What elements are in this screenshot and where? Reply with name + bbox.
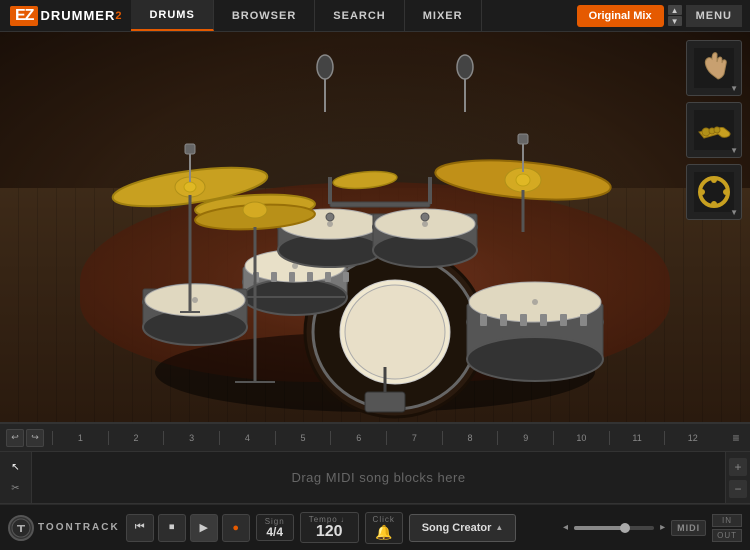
menu-button[interactable]: MENU xyxy=(686,5,742,27)
timeline-ruler: 1 2 3 4 5 6 7 8 9 10 11 12 xyxy=(48,424,724,451)
app-logo: EZ DRUMMER 2 xyxy=(0,0,131,31)
timeline: ↩ ↪ 1 2 3 4 5 6 7 8 9 10 11 12 ≡ xyxy=(0,424,750,452)
tempo-box: Tempo ♩ 120 xyxy=(300,512,359,543)
ruler-mark-2: 2 xyxy=(108,431,164,445)
click-label: Click xyxy=(373,515,395,524)
ruler-mark-12: 12 xyxy=(664,431,720,445)
drum-kit-area xyxy=(0,32,750,422)
preset-button[interactable]: Original Mix xyxy=(577,5,664,27)
controls-bar: TOONTRACK ⏮ ⏹ ▶ ● Sign 4/4 Tempo ♩ 120 C… xyxy=(0,504,750,550)
preset-area: Original Mix ▲ ▼ MENU xyxy=(569,5,750,27)
toontrack-icon xyxy=(8,515,34,541)
in-button[interactable]: IN xyxy=(712,514,742,527)
track-drop-area: Drag MIDI song blocks here xyxy=(32,452,726,503)
volume-thumb[interactable] xyxy=(620,523,630,533)
tab-drums[interactable]: DRUMS xyxy=(131,0,213,31)
ruler-mark-7: 7 xyxy=(386,431,442,445)
play-button[interactable]: ▶ xyxy=(190,514,218,542)
instrument-thumb-2[interactable] xyxy=(686,102,742,158)
timeline-undo-redo: ↩ ↪ xyxy=(2,429,48,447)
ruler-mark-11: 11 xyxy=(609,431,665,445)
logo-ez: EZ xyxy=(10,6,38,26)
ruler-mark-8: 8 xyxy=(442,431,498,445)
tab-search[interactable]: SEARCH xyxy=(315,0,404,31)
vol-right-icon: ▸ xyxy=(660,522,665,533)
top-navigation: EZ DRUMMER 2 DRUMS BROWSER SEARCH MIXER … xyxy=(0,0,750,32)
rewind-button[interactable]: ⏮ xyxy=(126,514,154,542)
logo-version: 2 xyxy=(115,10,121,22)
options-icon[interactable]: ≡ xyxy=(732,431,739,445)
side-instruments xyxy=(686,40,742,220)
ruler-mark-4: 4 xyxy=(219,431,275,445)
ruler-mark-6: 6 xyxy=(330,431,386,445)
transport-buttons: ⏮ ⏹ ▶ ● xyxy=(126,514,250,542)
volume-track[interactable] xyxy=(574,526,654,530)
instrument-thumb-3[interactable] xyxy=(686,164,742,220)
toontrack-label: TOONTRACK xyxy=(38,522,120,533)
logo-drummer: DRUMMER xyxy=(40,8,115,23)
tab-mixer[interactable]: MIXER xyxy=(405,0,482,31)
ruler-mark-3: 3 xyxy=(163,431,219,445)
in-out-buttons: IN OUT xyxy=(712,514,742,542)
time-signature-box: Sign 4/4 xyxy=(256,514,294,541)
song-track: ↖ ✂ Drag MIDI song blocks here + − xyxy=(0,452,750,504)
undo-button[interactable]: ↩ xyxy=(6,429,24,447)
ruler-mark-9: 9 xyxy=(497,431,553,445)
volume-slider: ◂ ▸ xyxy=(563,522,665,533)
toontrack-logo: TOONTRACK xyxy=(8,515,120,541)
song-creator-button[interactable]: Song Creator xyxy=(409,514,517,542)
cursor-tool[interactable]: ↖ xyxy=(7,458,25,476)
drag-placeholder: Drag MIDI song blocks here xyxy=(291,470,465,485)
click-icon[interactable]: 🔔 xyxy=(375,524,392,541)
preset-down-button[interactable]: ▼ xyxy=(668,16,682,26)
tab-browser[interactable]: BROWSER xyxy=(214,0,315,31)
zoom-out-button[interactable]: − xyxy=(729,480,747,498)
preset-up-button[interactable]: ▲ xyxy=(668,5,682,15)
ruler-mark-1: 1 xyxy=(52,431,108,445)
click-box: Click 🔔 xyxy=(365,512,403,544)
track-zoom: + − xyxy=(726,452,750,503)
timeline-right: ≡ xyxy=(724,431,748,445)
out-button[interactable]: OUT xyxy=(712,529,742,542)
scissors-tool[interactable]: ✂ xyxy=(7,479,25,497)
vol-left-icon: ◂ xyxy=(563,522,568,533)
track-tools: ↖ ✂ xyxy=(0,452,32,503)
ruler-mark-10: 10 xyxy=(553,431,609,445)
preset-arrows: ▲ ▼ xyxy=(668,5,682,26)
bottom-section: ↩ ↪ 1 2 3 4 5 6 7 8 9 10 11 12 ≡ xyxy=(0,422,750,550)
midi-button[interactable]: MIDI xyxy=(671,520,706,536)
record-button[interactable]: ● xyxy=(222,514,250,542)
tempo-value[interactable]: 120 xyxy=(316,524,343,540)
ruler-marks: 1 2 3 4 5 6 7 8 9 10 11 12 xyxy=(48,431,724,445)
instrument-thumb-1[interactable] xyxy=(686,40,742,96)
redo-button[interactable]: ↪ xyxy=(26,429,44,447)
sign-value: 4/4 xyxy=(266,526,283,538)
zoom-in-button[interactable]: + xyxy=(729,458,747,476)
drumkit-svg xyxy=(0,32,750,422)
ruler-mark-5: 5 xyxy=(275,431,331,445)
nav-tabs: DRUMS BROWSER SEARCH MIXER xyxy=(131,0,568,31)
volume-fill xyxy=(574,526,622,530)
stop-button[interactable]: ⏹ xyxy=(158,514,186,542)
